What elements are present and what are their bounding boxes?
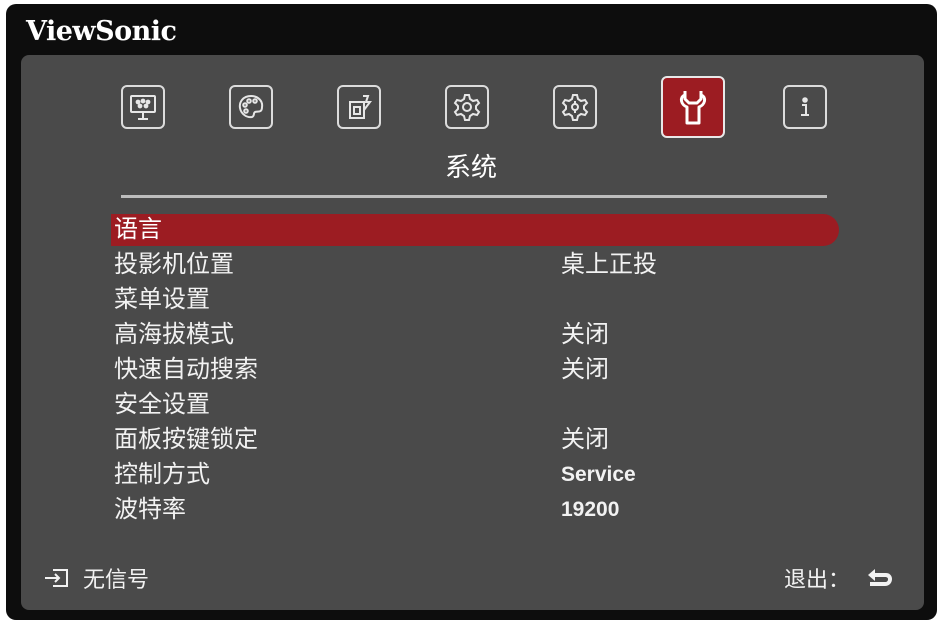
- tab-info[interactable]: [783, 85, 827, 129]
- osd-menu: ViewSonic 系统 语言 投影机位置 桌上正投 菜单设置 高海拔模式 关闭…: [6, 4, 937, 620]
- exit-hint[interactable]: 退出：: [784, 562, 894, 594]
- divider: [121, 195, 827, 198]
- tab-system[interactable]: [661, 76, 725, 138]
- menu-item-menu-settings[interactable]: 菜单设置: [21, 282, 924, 317]
- menu-panel: 系统 语言 投影机位置 桌上正投 菜单设置 高海拔模式 关闭 快速自动搜索 关闭…: [21, 55, 924, 610]
- menu-item-label: 波特率: [114, 495, 186, 523]
- selection-highlight: [111, 214, 839, 246]
- input-status: 无信号: [43, 562, 149, 594]
- active-tab-title: 系统: [444, 153, 497, 183]
- tab-image[interactable]: [229, 85, 273, 129]
- tab-power[interactable]: [337, 85, 381, 129]
- basic-settings-gear-icon: [453, 94, 481, 121]
- tab-display[interactable]: [121, 85, 165, 129]
- menu-item-panel-key-lock[interactable]: 面板按键锁定 关闭: [21, 422, 924, 457]
- menu-item-label: 菜单设置: [114, 285, 210, 313]
- brand-logo: ViewSonic: [26, 16, 177, 47]
- info-icon: [801, 97, 809, 116]
- menu-item-value: Service: [561, 463, 636, 486]
- menu-item-label: 控制方式: [114, 460, 210, 488]
- display-screen-icon: [130, 95, 156, 120]
- palette-icon: [238, 94, 264, 119]
- menu-item-label: 安全设置: [114, 390, 210, 418]
- menu-item-value: 桌上正投: [561, 250, 657, 278]
- menu-item-control-mode[interactable]: 控制方式 Service: [21, 457, 924, 492]
- menu-item-baud-rate[interactable]: 波特率 19200: [21, 492, 924, 527]
- input-source-icon: [45, 569, 68, 587]
- menu-item-value: 关闭: [561, 425, 609, 453]
- exit-label: 退出：: [783, 568, 850, 593]
- menu-item-label: 面板按键锁定: [114, 425, 258, 453]
- tab-basic[interactable]: [445, 85, 489, 129]
- menu-item-label: 投影机位置: [114, 250, 234, 278]
- menu-item-label: 快速自动搜索: [114, 355, 258, 383]
- menu-item-value: 关闭: [561, 320, 609, 348]
- menu-item-projector-position[interactable]: 投影机位置 桌上正投: [21, 247, 924, 282]
- menu-item-label: 语言: [114, 215, 162, 243]
- return-arrow-icon: [868, 569, 892, 586]
- input-status-text: 无信号: [83, 568, 150, 593]
- tab-advanced[interactable]: [553, 85, 597, 129]
- menu-item-value: 关闭: [561, 355, 609, 383]
- advanced-settings-gear-icon: [561, 94, 589, 121]
- menu-item-high-altitude[interactable]: 高海拔模式 关闭: [21, 317, 924, 352]
- menu-item-security-settings[interactable]: 安全设置: [21, 387, 924, 422]
- power-management-icon: [349, 95, 372, 119]
- wrench-icon: [679, 91, 707, 125]
- system-menu-list: 语言 投影机位置 桌上正投 菜单设置 高海拔模式 关闭 快速自动搜索 关闭 安全…: [21, 212, 924, 527]
- menu-item-label: 高海拔模式: [114, 320, 234, 348]
- menu-item-language[interactable]: 语言: [21, 212, 924, 247]
- menu-item-quick-auto-search[interactable]: 快速自动搜索 关闭: [21, 352, 924, 387]
- menu-item-value: 19200: [561, 498, 620, 521]
